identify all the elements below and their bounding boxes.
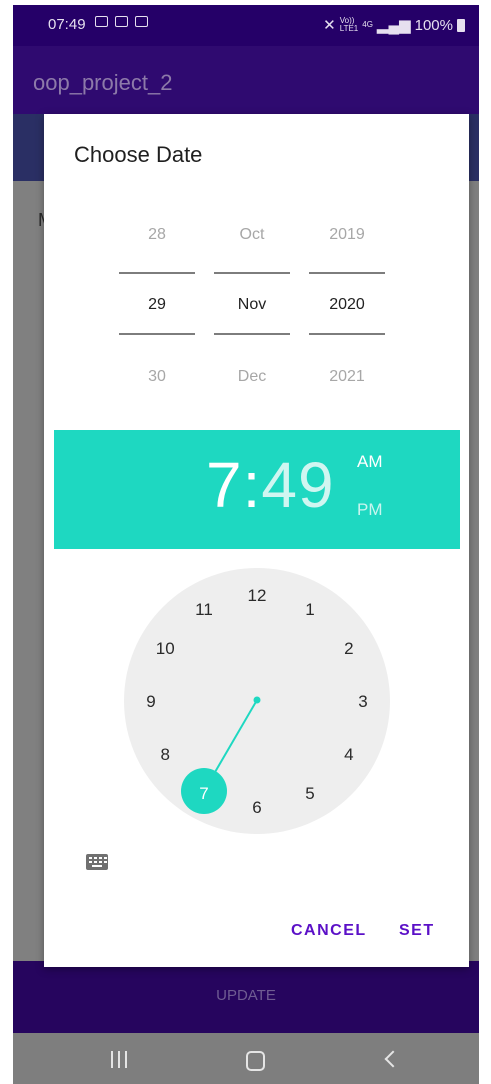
wifi-icon	[135, 16, 148, 27]
mute-icon: ✕	[323, 17, 336, 34]
month-divider-top	[214, 272, 290, 274]
clock-number-12[interactable]: 12	[248, 586, 267, 605]
back-icon[interactable]	[384, 1050, 402, 1068]
dialog-title: Choose Date	[74, 142, 203, 167]
month-next[interactable]: Dec	[214, 368, 290, 386]
year-divider-bottom	[309, 333, 385, 335]
date-time-dialog: Choose Date 28 29 30 Oct Nov Dec 2019 20…	[44, 114, 469, 967]
clock-number-3[interactable]: 3	[358, 692, 367, 711]
battery-percent: 100%	[414, 16, 453, 34]
pm-toggle[interactable]: PM	[357, 500, 383, 520]
set-button[interactable]: SET	[399, 922, 435, 940]
update-button[interactable]: UPDATE	[13, 987, 479, 1004]
clock-number-8[interactable]: 8	[160, 745, 169, 764]
month-selected[interactable]: Nov	[214, 296, 290, 314]
status-time: 07:49	[48, 16, 86, 33]
update-bar: UPDATE	[13, 961, 479, 1033]
clock-face[interactable]: 121234567891011	[124, 568, 390, 834]
clock-center	[253, 696, 261, 704]
time-header: 7:49 AM PM	[54, 430, 460, 549]
clock-number-9[interactable]: 9	[146, 692, 155, 711]
year-prev[interactable]: 2019	[309, 226, 385, 244]
app-title: oop_project_2	[33, 70, 173, 95]
home-icon[interactable]	[246, 1051, 265, 1071]
keyboard-icon[interactable]	[86, 854, 108, 870]
year-selected[interactable]: 2020	[309, 296, 385, 314]
year-divider-top	[309, 272, 385, 274]
clock-number-4[interactable]: 4	[344, 745, 353, 764]
day-prev[interactable]: 28	[119, 226, 195, 244]
year-next[interactable]: 2021	[309, 368, 385, 386]
clock-number-2[interactable]: 2	[344, 639, 353, 658]
minute-display[interactable]: 49	[261, 449, 334, 521]
month-divider-bottom	[214, 333, 290, 335]
app-bar: oop_project_2	[13, 46, 479, 114]
signal-icon: ▂▄▆	[376, 17, 411, 34]
navigation-bar	[13, 1033, 479, 1084]
battery-icon	[457, 18, 465, 32]
clock-number-5[interactable]: 5	[305, 784, 314, 803]
lte-label: 4G	[362, 20, 373, 29]
month-prev[interactable]: Oct	[214, 226, 290, 244]
day-next[interactable]: 30	[119, 368, 195, 386]
time-separator: :	[242, 449, 262, 521]
gallery-icon	[95, 16, 108, 27]
recents-icon[interactable]	[111, 1051, 127, 1068]
day-divider-bottom	[119, 333, 195, 335]
day-divider-top	[119, 272, 195, 274]
clock-number-11[interactable]: 11	[195, 600, 213, 619]
clock-number-7[interactable]: 7	[199, 784, 208, 803]
clock-number-1[interactable]: 1	[305, 600, 314, 619]
cancel-button[interactable]: CANCEL	[291, 922, 367, 940]
day-selected[interactable]: 29	[119, 296, 195, 314]
status-bar: 07:49 ✕ Vo)) LTE1 4G ▂▄▆ 100%	[13, 5, 479, 46]
lte1-label: LTE1	[339, 24, 359, 33]
mail-icon	[115, 16, 128, 27]
am-toggle[interactable]: AM	[357, 452, 383, 472]
clock-number-10[interactable]: 10	[156, 639, 175, 658]
hour-display[interactable]: 7	[206, 449, 243, 521]
clock-number-6[interactable]: 6	[252, 798, 261, 817]
